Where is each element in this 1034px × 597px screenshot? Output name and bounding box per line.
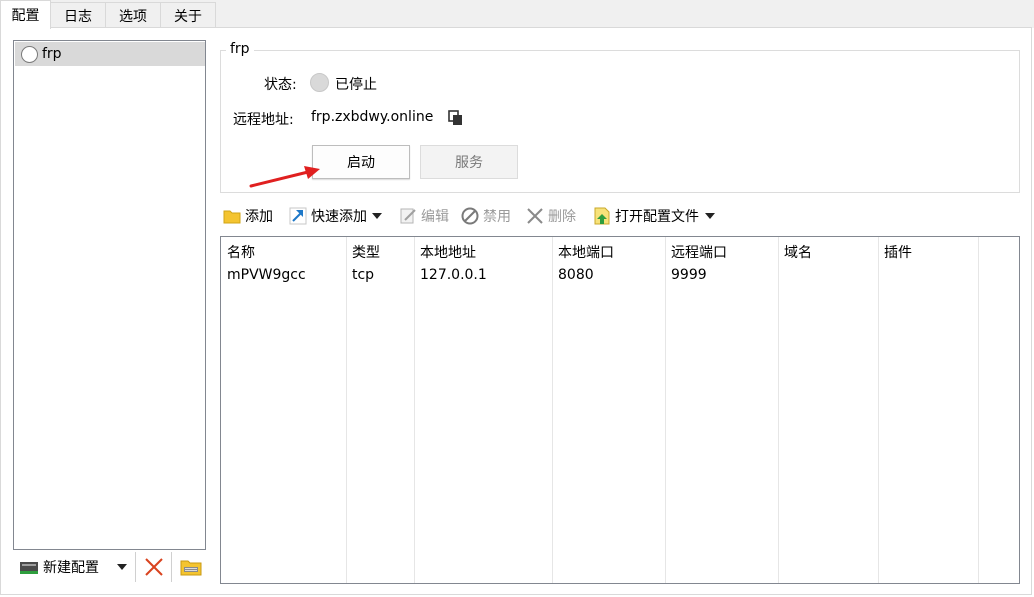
new-config-icon bbox=[20, 562, 38, 574]
edit-icon bbox=[400, 208, 416, 224]
tab-config[interactable]: 配置 bbox=[0, 0, 51, 29]
config-list-toolbar: 新建配置 bbox=[13, 552, 206, 582]
open-file-icon bbox=[594, 207, 610, 225]
disable-proxy-button[interactable]: 禁用 bbox=[461, 205, 511, 227]
proxy-toolbar: 添加 快速添加 编辑 禁用 删除 打开配置文件 bbox=[220, 200, 1020, 230]
column-divider bbox=[978, 237, 979, 583]
cell-local-address: 127.0.0.1 bbox=[420, 267, 487, 283]
tab-about[interactable]: 关于 bbox=[160, 2, 216, 28]
config-list-item[interactable]: frp bbox=[15, 42, 205, 66]
open-config-file-label: 打开配置文件 bbox=[615, 209, 699, 225]
column-header-remote-port[interactable]: 远程端口 bbox=[671, 242, 727, 262]
new-config-label: 新建配置 bbox=[43, 560, 99, 576]
tab-bar: 配置 日志 选项 关于 bbox=[0, 0, 1034, 29]
quick-add-button[interactable]: 快速添加 bbox=[289, 205, 382, 227]
quick-add-label: 快速添加 bbox=[311, 209, 367, 225]
ban-icon bbox=[461, 207, 479, 225]
add-proxy-label: 添加 bbox=[245, 209, 273, 225]
config-list[interactable]: frp bbox=[13, 40, 206, 550]
tab-label: 选项 bbox=[119, 8, 147, 25]
status-value: 已停止 bbox=[335, 77, 377, 93]
config-item-name: frp bbox=[42, 46, 62, 62]
column-divider bbox=[552, 237, 553, 583]
column-divider bbox=[878, 237, 879, 583]
copy-icon[interactable] bbox=[448, 110, 464, 126]
tab-options[interactable]: 选项 bbox=[105, 2, 161, 28]
tab-label: 配置 bbox=[11, 8, 40, 24]
folder-icon bbox=[180, 560, 202, 576]
remote-address-label: 远程地址: bbox=[233, 112, 294, 128]
status-indicator-icon bbox=[310, 73, 329, 92]
column-divider bbox=[778, 237, 779, 583]
caret-down-icon bbox=[117, 564, 127, 570]
status-label: 状态: bbox=[264, 77, 297, 93]
column-header-name[interactable]: 名称 bbox=[227, 242, 255, 262]
import-config-button[interactable] bbox=[180, 556, 202, 578]
proxy-table[interactable]: 名称 类型 本地地址 本地端口 远程端口 域名 插件 mPVW9gcc tcp … bbox=[220, 236, 1020, 584]
add-proxy-button[interactable]: 添加 bbox=[223, 205, 273, 227]
delete-config-button[interactable] bbox=[144, 556, 164, 578]
new-config-button[interactable]: 新建配置 bbox=[19, 556, 99, 578]
open-config-file-button[interactable]: 打开配置文件 bbox=[593, 205, 715, 227]
close-icon bbox=[527, 208, 543, 224]
arrow-up-right-icon bbox=[289, 207, 307, 225]
start-button[interactable]: 启动 bbox=[312, 145, 410, 179]
column-header-domain[interactable]: 域名 bbox=[784, 242, 812, 262]
cell-remote-port: 9999 bbox=[671, 267, 707, 283]
service-button: 服务 bbox=[420, 145, 518, 179]
cell-name: mPVW9gcc bbox=[227, 267, 306, 283]
column-divider bbox=[414, 237, 415, 583]
toolbar-separator bbox=[135, 552, 136, 582]
delete-proxy-label: 删除 bbox=[548, 209, 576, 225]
folder-icon bbox=[223, 210, 241, 224]
column-header-local-port[interactable]: 本地端口 bbox=[558, 242, 614, 262]
red-arrow-icon bbox=[249, 166, 320, 188]
column-header-plugin[interactable]: 插件 bbox=[884, 242, 912, 262]
group-title: frp bbox=[226, 41, 254, 57]
caret-down-icon bbox=[372, 213, 382, 219]
tab-label: 日志 bbox=[64, 8, 92, 25]
delete-proxy-button[interactable]: 删除 bbox=[526, 205, 576, 227]
toolbar-separator bbox=[171, 552, 172, 582]
column-divider bbox=[665, 237, 666, 583]
edit-proxy-label: 编辑 bbox=[421, 209, 449, 225]
new-config-dropdown[interactable] bbox=[117, 556, 127, 578]
column-divider bbox=[346, 237, 347, 583]
column-header-type[interactable]: 类型 bbox=[352, 242, 380, 262]
tab-log[interactable]: 日志 bbox=[50, 2, 106, 28]
column-header-local-address[interactable]: 本地地址 bbox=[420, 242, 476, 262]
caret-down-icon bbox=[705, 213, 715, 219]
red-x-icon bbox=[145, 558, 163, 576]
radio-icon bbox=[21, 45, 38, 63]
disable-proxy-label: 禁用 bbox=[483, 209, 511, 225]
cell-type: tcp bbox=[352, 267, 375, 283]
remote-address-value: frp.zxbdwy.online bbox=[311, 109, 434, 125]
cell-local-port: 8080 bbox=[558, 267, 594, 283]
tab-label: 关于 bbox=[174, 8, 202, 25]
edit-proxy-button[interactable]: 编辑 bbox=[399, 205, 449, 227]
